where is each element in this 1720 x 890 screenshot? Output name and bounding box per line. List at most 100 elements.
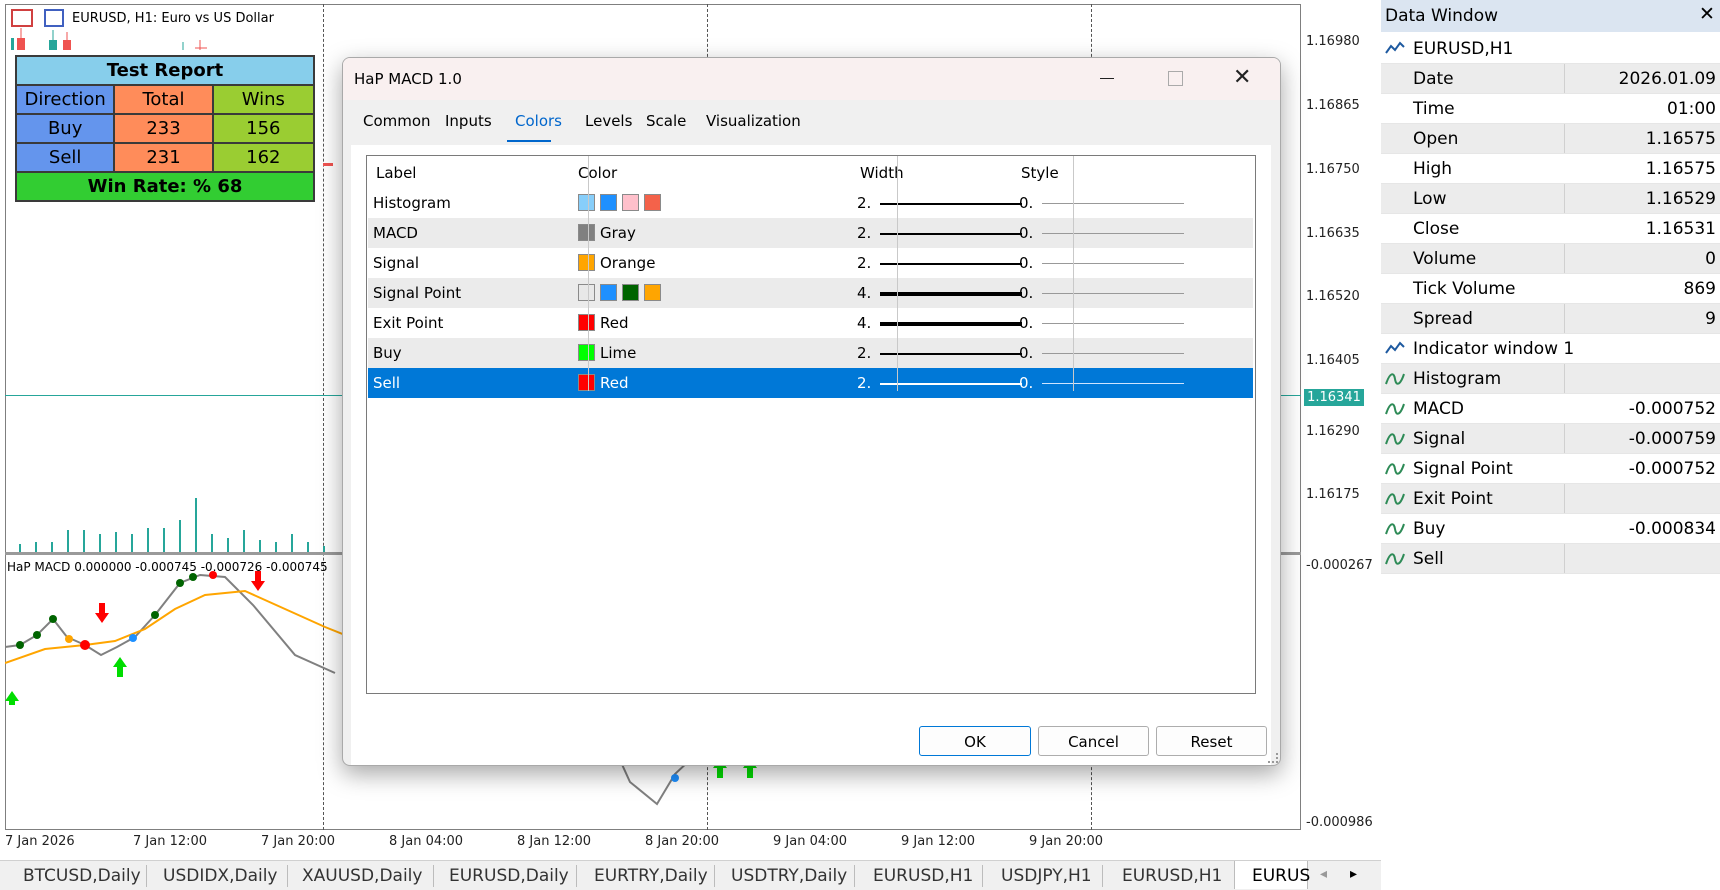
- tab-common[interactable]: Common: [363, 112, 431, 130]
- data-window-titlebar: Data Window ✕: [1381, 0, 1720, 32]
- chart-tab[interactable]: EURUSD,Daily: [449, 866, 569, 886]
- style-selector[interactable]: 0.: [1018, 338, 1188, 368]
- color-swatch[interactable]: [622, 284, 639, 301]
- indicator-properties-dialog[interactable]: HaP MACD 1.0 ✕ Common Inputs Colors Leve…: [342, 57, 1281, 766]
- macd-lines-tail: [619, 760, 757, 806]
- chart-tab[interactable]: EURTRY,Daily: [594, 866, 708, 886]
- color-swatch[interactable]: [578, 374, 595, 391]
- color-swatch[interactable]: [578, 284, 595, 301]
- color-row-macd[interactable]: MACD Gray 2. 0.: [368, 218, 1253, 248]
- chart-tab[interactable]: EURUSD,H1: [873, 866, 973, 886]
- time-tick: 9 Jan 04:00: [773, 834, 848, 849]
- color-swatch[interactable]: [644, 284, 661, 301]
- color-swatch[interactable]: [600, 284, 617, 301]
- chart-tab[interactable]: USDTRY,Daily: [731, 866, 847, 886]
- style-selector[interactable]: 0.: [1018, 368, 1188, 398]
- tab-inputs[interactable]: Inputs: [445, 112, 492, 130]
- indicator-icon: [1385, 463, 1405, 475]
- column-divider: [588, 156, 589, 391]
- width-selector[interactable]: 4.: [856, 308, 1026, 338]
- color-row-histogram[interactable]: Histogram 2. 0.: [368, 188, 1253, 218]
- style-selector[interactable]: 0.: [1018, 188, 1188, 218]
- color-swatch[interactable]: [578, 254, 595, 271]
- tab-separator: [287, 865, 288, 887]
- color-swatch[interactable]: [578, 314, 595, 331]
- close-icon[interactable]: ✕: [1699, 3, 1715, 25]
- color-row-sell[interactable]: Sell Red 2. 0.: [368, 368, 1253, 398]
- cancel-button[interactable]: Cancel: [1038, 726, 1149, 756]
- row-label: Sell: [373, 374, 401, 392]
- style-selector[interactable]: 0.: [1018, 248, 1188, 278]
- field-value: -0.000759: [1628, 429, 1716, 449]
- width-preview-line: [880, 322, 1022, 326]
- tab-visualization[interactable]: Visualization: [706, 112, 801, 130]
- scroll-left-icon[interactable]: ◂: [1320, 866, 1327, 882]
- width-selector[interactable]: 2.: [856, 188, 1026, 218]
- price-tick: 1.16635: [1306, 226, 1360, 241]
- tab-scale[interactable]: Scale: [646, 112, 686, 130]
- ok-button[interactable]: OK: [919, 726, 1031, 756]
- scroll-right-icon[interactable]: ▸: [1350, 866, 1357, 882]
- field-label: Tick Volume: [1413, 279, 1516, 299]
- price-tick: 1.16175: [1306, 487, 1360, 502]
- width-value: 4.: [857, 314, 872, 332]
- time-tick: 7 Jan 12:00: [133, 834, 208, 849]
- color-swatch[interactable]: [578, 224, 595, 241]
- chart-tab[interactable]: XAUUSD,Daily: [302, 866, 422, 886]
- field-label: Spread: [1413, 309, 1473, 329]
- color-swatch[interactable]: [600, 194, 617, 211]
- style-selector[interactable]: 0.: [1018, 218, 1188, 248]
- ind-row-signal: Signal -0.000759: [1381, 424, 1720, 454]
- time-tick: 9 Jan 12:00: [901, 834, 976, 849]
- color-row-buy[interactable]: Buy Lime 2. 0.: [368, 338, 1253, 368]
- field-value: 2026.01.09: [1618, 69, 1716, 89]
- color-swatch[interactable]: [622, 194, 639, 211]
- style-value: 0.: [1019, 284, 1034, 302]
- color-row-exit-point[interactable]: Exit Point Red 4. 0.: [368, 308, 1253, 338]
- ind-row-exit-point: Exit Point: [1381, 484, 1720, 514]
- width-selector[interactable]: 2.: [856, 218, 1026, 248]
- chart-tab[interactable]: BTCUSD,Daily: [23, 866, 141, 886]
- tab-colors[interactable]: Colors: [515, 112, 562, 130]
- report-header-direction: Direction: [14, 84, 116, 115]
- dialog-titlebar[interactable]: HaP MACD 1.0 ✕: [343, 58, 1280, 100]
- width-selector[interactable]: 2.: [856, 248, 1026, 278]
- width-selector[interactable]: 4.: [856, 278, 1026, 308]
- width-selector[interactable]: 2.: [856, 338, 1026, 368]
- style-selector[interactable]: 0.: [1018, 278, 1188, 308]
- row-label: Buy: [373, 344, 402, 362]
- chart-line-icon: [1385, 341, 1405, 354]
- tab-separator: [854, 865, 855, 887]
- price-tick: 1.16520: [1306, 289, 1360, 304]
- tab-levels[interactable]: Levels: [585, 112, 632, 130]
- reset-button[interactable]: Reset: [1156, 726, 1267, 756]
- maximize-icon[interactable]: [1168, 71, 1183, 86]
- ind-row-buy: Buy -0.000834: [1381, 514, 1720, 544]
- style-selector[interactable]: 0.: [1018, 308, 1188, 338]
- color-row-signal-point[interactable]: Signal Point 4. 0.: [368, 278, 1253, 308]
- active-chart-tab[interactable]: EURUS: [1234, 861, 1310, 889]
- chart-tab[interactable]: USDJPY,H1: [1001, 866, 1092, 886]
- price-tick: 1.16405: [1306, 353, 1360, 368]
- chart-tab[interactable]: EURUSD,H1: [1122, 866, 1222, 886]
- width-preview-line: [880, 263, 1022, 265]
- field-label: Histogram: [1413, 369, 1502, 389]
- field-value: -0.000834: [1628, 519, 1716, 539]
- minimize-icon[interactable]: [1100, 78, 1114, 79]
- macd-lines: [5, 571, 350, 705]
- resize-grip-icon[interactable]: [1268, 753, 1278, 763]
- close-icon[interactable]: ✕: [1233, 65, 1251, 90]
- volume-histogram: [19, 498, 325, 552]
- field-label: Exit Point: [1413, 489, 1493, 509]
- indicator-window-label: Indicator window 1: [1413, 339, 1575, 359]
- color-row-signal[interactable]: Signal Orange 2. 0.: [368, 248, 1253, 278]
- color-swatch[interactable]: [578, 194, 595, 211]
- time-tick: 8 Jan 12:00: [517, 834, 592, 849]
- chart-tab[interactable]: USDIDX,Daily: [163, 866, 278, 886]
- tab-separator: [1102, 865, 1103, 887]
- color-swatch[interactable]: [578, 344, 595, 361]
- color-swatch[interactable]: [644, 194, 661, 211]
- field-label: Close: [1413, 219, 1460, 239]
- width-selector[interactable]: 2.: [856, 368, 1026, 398]
- data-row-open: Open 1.16575: [1381, 124, 1720, 154]
